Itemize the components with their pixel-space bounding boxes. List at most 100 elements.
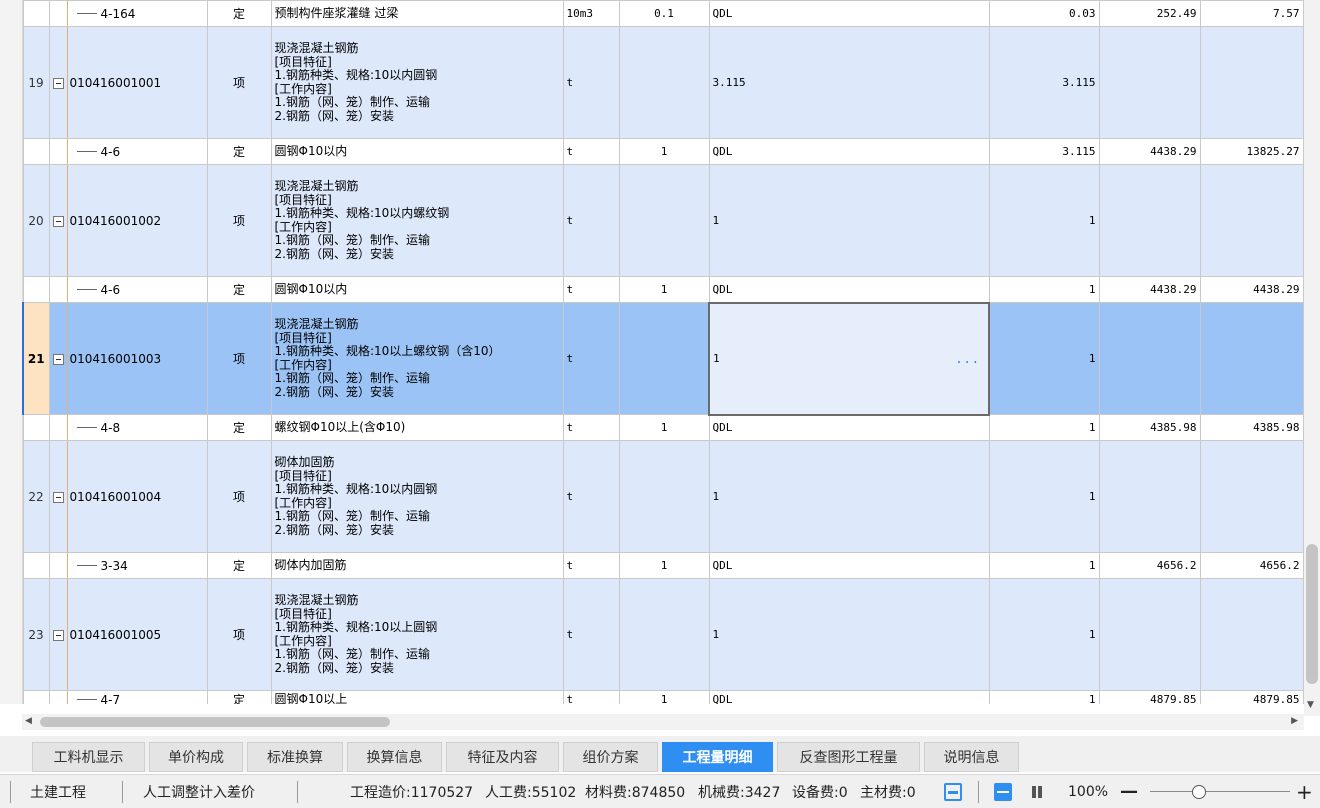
coefficient-cell[interactable] <box>618 164 710 277</box>
name-cell[interactable]: 圆钢Φ10以内 <box>270 138 564 165</box>
quantity-expression-cell[interactable]: QDL <box>708 690 990 704</box>
unit-price-cell[interactable]: 4438.29 <box>1098 138 1201 165</box>
type-cell[interactable]: 定 <box>206 276 272 303</box>
collapse-toggle-icon[interactable] <box>52 491 64 503</box>
coefficient-cell[interactable]: 1 <box>618 414 710 441</box>
unit-cell[interactable]: t <box>562 276 620 303</box>
coefficient-cell[interactable]: 1 <box>618 552 710 579</box>
scroll-down-arrow-icon[interactable]: ▼ <box>1307 700 1314 710</box>
coefficient-cell[interactable] <box>618 26 710 139</box>
quantity-cell[interactable]: 3.115 <box>988 138 1100 165</box>
type-cell[interactable]: 定 <box>206 690 272 704</box>
unit-price-cell[interactable] <box>1098 26 1201 139</box>
total-price-cell[interactable] <box>1199 578 1304 691</box>
quota-row[interactable]: 4-6 定圆钢Φ10以内 t 1 QDL 3.115 4438.29 13825.27 <box>22 138 1304 165</box>
quantity-expression-cell[interactable]: QDL <box>708 552 990 579</box>
zoom-in-icon[interactable]: + <box>1296 775 1313 808</box>
tab-features-contents[interactable]: 特征及内容 <box>446 742 559 772</box>
type-cell[interactable]: 定 <box>206 552 272 579</box>
name-cell[interactable]: 预制构件座浆灌缝 过梁 <box>270 0 564 27</box>
zoom-slider-thumb[interactable] <box>1192 785 1206 799</box>
coefficient-cell[interactable]: 1 <box>618 138 710 165</box>
quota-row[interactable]: 3-34 定砌体内加固筋 t 1 QDL 1 4656.2 4656.2 <box>22 552 1304 579</box>
coefficient-cell[interactable] <box>618 302 710 415</box>
panel-toggle-icon[interactable] <box>944 783 962 801</box>
bill-item-row[interactable]: 22 010416001004 项砌体加固筋 [项目特征] 1.钢筋种类、规格:10以内… <box>22 440 1304 553</box>
name-cell[interactable]: 砌体内加固筋 <box>270 552 564 579</box>
tab-quantity-detail[interactable]: 工程量明细 <box>662 742 773 772</box>
quota-row[interactable]: 4-6 定圆钢Φ10以内 t 1 QDL 1 4438.29 4438.29 <box>22 276 1304 303</box>
collapse-toggle-icon[interactable] <box>52 215 64 227</box>
unit-cell[interactable]: t <box>562 578 620 691</box>
row-number[interactable] <box>22 138 50 165</box>
quantity-cell[interactable]: 1 <box>988 414 1100 441</box>
tab-standard-conversion[interactable]: 标准换算 <box>247 742 343 772</box>
bill-item-row[interactable]: 19 010416001001 项现浇混凝土钢筋 [项目特征] 1.钢筋种类、规格:10… <box>22 26 1304 139</box>
quantity-expression-cell[interactable]: 1... <box>708 301 990 416</box>
bill-item-row[interactable]: 20 010416001002 项现浇混凝土钢筋 [项目特征] 1.钢筋种类、规格:10… <box>22 164 1304 277</box>
unit-price-cell[interactable]: 4879.85 <box>1098 690 1201 704</box>
type-cell[interactable]: 项 <box>206 26 272 139</box>
quantity-expression-cell[interactable]: QDL <box>708 0 990 27</box>
unit-cell[interactable]: t <box>562 690 620 704</box>
code-cell[interactable]: 010416001001 <box>48 26 208 139</box>
coefficient-cell[interactable] <box>618 578 710 691</box>
quantity-expression-cell[interactable]: QDL <box>708 414 990 441</box>
type-cell[interactable]: 项 <box>206 302 272 415</box>
quantity-expression-input[interactable]: 1 <box>713 352 720 365</box>
horizontal-scroll-thumb[interactable] <box>40 717 390 727</box>
tab-pricing-scheme[interactable]: 组价方案 <box>563 742 658 772</box>
unit-price-cell[interactable]: 252.49 <box>1098 0 1201 27</box>
total-price-cell[interactable]: 4385.98 <box>1199 414 1304 441</box>
code-cell[interactable]: 4-6 <box>48 138 208 165</box>
scroll-left-arrow-icon[interactable]: ◀ <box>25 716 32 726</box>
layout-vertical-icon[interactable] <box>1030 783 1044 801</box>
name-cell[interactable]: 现浇混凝土钢筋 [项目特征] 1.钢筋种类、规格:10以上螺纹钢（含10） [工作内容… <box>270 302 564 415</box>
quantity-cell[interactable]: 1 <box>988 164 1100 277</box>
vertical-scroll-thumb[interactable] <box>1306 544 1318 684</box>
total-price-cell[interactable]: 7.57 <box>1199 0 1304 27</box>
unit-cell[interactable]: t <box>562 440 620 553</box>
unit-cell[interactable]: t <box>562 552 620 579</box>
unit-price-cell[interactable] <box>1098 302 1201 415</box>
collapse-toggle-icon[interactable] <box>52 77 64 89</box>
code-cell[interactable]: 4-7 <box>48 690 208 704</box>
unit-price-cell[interactable] <box>1098 164 1201 277</box>
horizontal-scrollbar[interactable]: ◀ ▶ <box>22 714 1304 730</box>
unit-cell[interactable]: t <box>562 164 620 277</box>
name-cell[interactable]: 现浇混凝土钢筋 [项目特征] 1.钢筋种类、规格:10以内圆钢 [工作内容] 1.钢筋（… <box>270 26 564 139</box>
vertical-scrollbar[interactable]: ▼ <box>1304 0 1320 716</box>
code-cell[interactable]: 4-164 <box>48 0 208 27</box>
quantity-cell[interactable]: 1 <box>988 578 1100 691</box>
quantity-expression-cell[interactable]: QDL <box>708 276 990 303</box>
tab-conversion-info[interactable]: 换算信息 <box>347 742 442 772</box>
code-cell[interactable]: 010416001004 <box>48 440 208 553</box>
quantity-cell[interactable]: 1 <box>988 440 1100 553</box>
quota-row[interactable]: 4-8 定螺纹钢Φ10以上(含Φ10) t 1 QDL 1 4385.98 4385.98 <box>22 414 1304 441</box>
tab-description-info[interactable]: 说明信息 <box>924 742 1019 772</box>
type-cell[interactable]: 项 <box>206 164 272 277</box>
row-number[interactable]: 22 <box>22 440 50 553</box>
total-price-cell[interactable]: 4879.85 <box>1199 690 1304 704</box>
tab-unit-price-composition[interactable]: 单价构成 <box>149 742 243 772</box>
row-number[interactable] <box>22 0 50 27</box>
code-cell[interactable]: 4-6 <box>48 276 208 303</box>
unit-cell[interactable]: t <box>562 414 620 441</box>
code-cell[interactable]: 010416001005 <box>48 578 208 691</box>
quantity-cell[interactable]: 1 <box>988 552 1100 579</box>
name-cell[interactable]: 砌体加固筋 [项目特征] 1.钢筋种类、规格:10以内圆钢 [工作内容] 1.钢筋（网、… <box>270 440 564 553</box>
tab-labor-material-machine[interactable]: 工料机显示 <box>32 742 145 772</box>
type-cell[interactable]: 项 <box>206 440 272 553</box>
unit-cell[interactable]: t <box>562 302 620 415</box>
row-number[interactable] <box>22 690 50 704</box>
type-cell[interactable]: 定 <box>206 0 272 27</box>
total-price-cell[interactable]: 13825.27 <box>1199 138 1304 165</box>
coefficient-cell[interactable]: 0.1 <box>618 0 710 27</box>
name-cell[interactable]: 圆钢Φ10以上 <box>270 690 564 704</box>
unit-cell[interactable]: 10m3 <box>562 0 620 27</box>
quantity-cell[interactable]: 1 <box>988 690 1100 704</box>
tab-reverse-graphic-quantity[interactable]: 反查图形工程量 <box>777 742 920 772</box>
total-price-cell[interactable]: 4438.29 <box>1199 276 1304 303</box>
total-price-cell[interactable] <box>1199 440 1304 553</box>
row-number[interactable]: 20 <box>22 164 50 277</box>
